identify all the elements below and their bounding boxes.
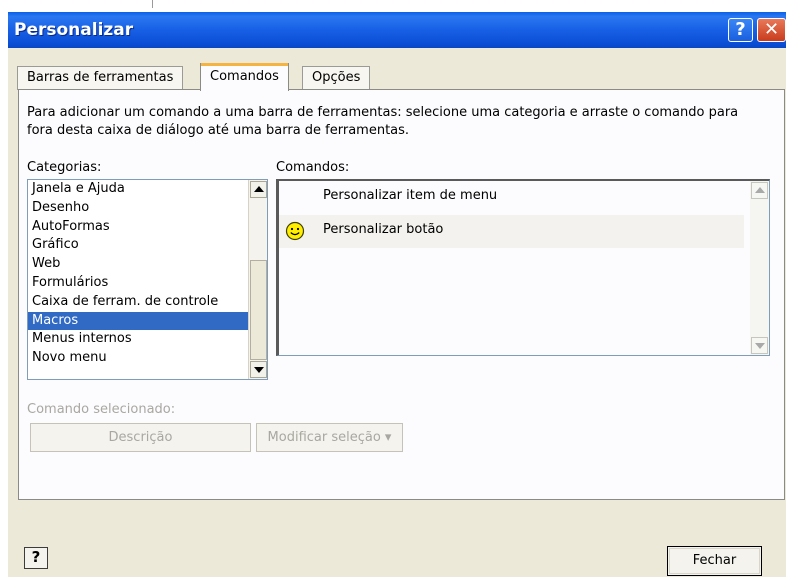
tab-toolbars[interactable]: Barras de ferramentas — [17, 66, 184, 90]
scroll-thumb[interactable] — [250, 260, 267, 360]
category-item[interactable]: Novo menu — [28, 349, 267, 368]
command-item[interactable]: Personalizar botão — [279, 215, 744, 248]
category-item[interactable]: Menus internos — [28, 330, 267, 349]
command-label: Personalizar botão — [323, 222, 444, 237]
category-item[interactable]: Desenho — [28, 199, 267, 218]
category-item[interactable]: Formulários — [28, 274, 267, 293]
scroll-up-button[interactable] — [250, 181, 267, 198]
title-close-button[interactable]: ✕ — [757, 18, 786, 42]
selected-command-label: Comando selecionado: — [27, 402, 176, 417]
instructions-text: Para adicionar um comando a uma barra de… — [27, 105, 739, 138]
category-item[interactable]: AutoFormas — [28, 218, 267, 237]
help-icon[interactable]: ? — [24, 547, 48, 569]
close-button[interactable]: Fechar — [667, 546, 762, 576]
title-bar[interactable]: Personalizar ? ✕ — [8, 12, 786, 48]
background-strip — [0, 0, 786, 12]
description-button[interactable]: Descrição — [30, 423, 251, 452]
categories-label: Categorias: — [27, 160, 102, 175]
categories-scrollbar[interactable] — [248, 180, 267, 379]
category-item[interactable]: Janela e Ajuda — [28, 180, 267, 199]
category-item-selected[interactable]: Macros — [28, 311, 267, 331]
arrow-down-icon — [754, 343, 765, 349]
category-item[interactable]: Web — [28, 255, 267, 274]
modify-selection-button[interactable]: Modificar seleção ▾ — [256, 423, 403, 452]
commands-listbox[interactable]: Personalizar item de menu Personalizar b… — [276, 179, 770, 356]
scroll-up-button[interactable] — [751, 182, 768, 199]
command-label: Personalizar item de menu — [323, 188, 498, 203]
title-help-button[interactable]: ? — [728, 18, 753, 42]
scroll-down-button[interactable] — [250, 361, 267, 378]
divider — [152, 0, 153, 8]
smiley-face-icon — [285, 221, 305, 241]
command-item[interactable]: Personalizar item de menu — [279, 181, 744, 214]
categories-listbox[interactable]: Janela e Ajuda Desenho AutoFormas Gráfic… — [27, 179, 268, 380]
customize-dialog: Personalizar ? ✕ Barras de ferramentas C… — [8, 12, 786, 577]
tab-options[interactable]: Opções — [302, 66, 371, 90]
commands-scrollbar[interactable] — [750, 181, 769, 355]
scroll-down-button[interactable] — [751, 337, 768, 354]
category-item[interactable]: Caixa de ferram. de controle — [28, 293, 267, 312]
arrow-up-icon — [253, 186, 264, 192]
arrow-up-icon — [754, 187, 765, 193]
arrow-down-icon — [253, 367, 264, 373]
commands-label: Comandos: — [276, 160, 350, 175]
category-item[interactable]: Gráfico — [28, 236, 267, 255]
window-title: Personalizar — [14, 20, 134, 40]
tab-commands[interactable]: Comandos — [200, 63, 289, 91]
